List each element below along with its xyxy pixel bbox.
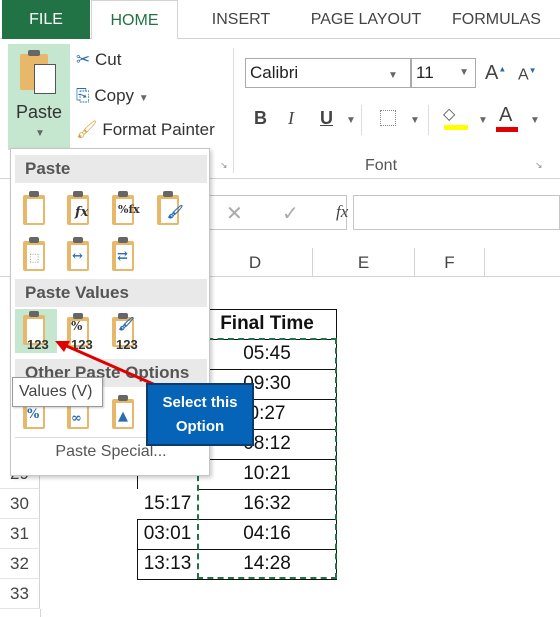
- arrow-line: [61, 342, 161, 389]
- annotation-arrow: [55, 341, 161, 389]
- callout-line-1: Select this: [162, 394, 238, 411]
- callout-line-2: Option: [175, 418, 225, 435]
- callout-box: Select this Option: [146, 383, 254, 446]
